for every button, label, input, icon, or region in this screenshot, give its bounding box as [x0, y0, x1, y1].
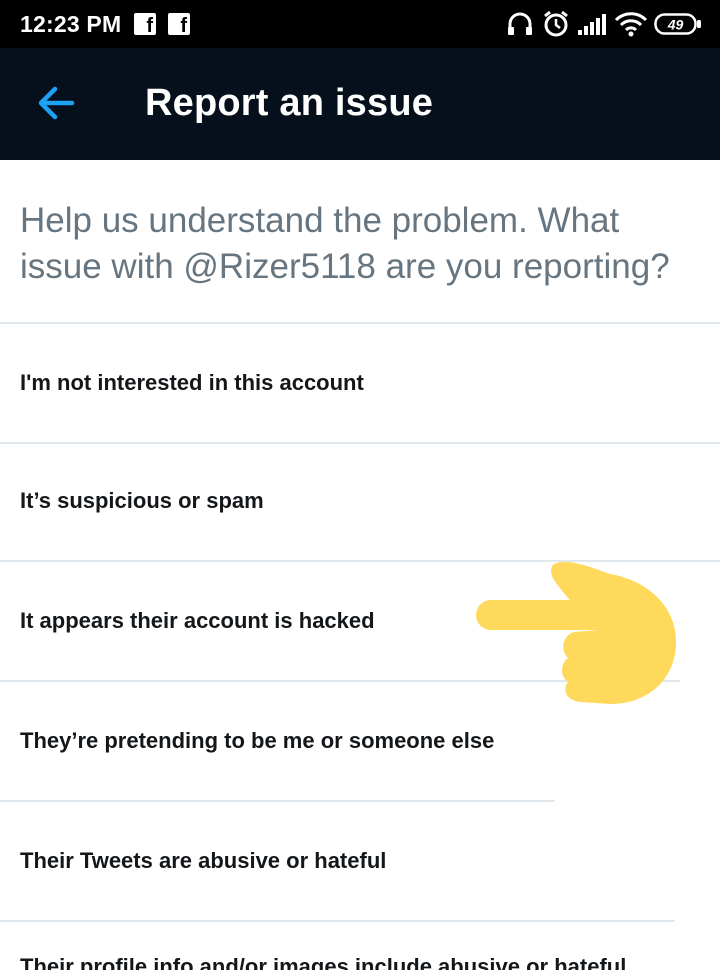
- arrow-left-icon[interactable]: [36, 85, 76, 121]
- battery-icon: 49: [654, 13, 701, 35]
- option-label: It’s suspicious or spam: [20, 488, 264, 513]
- option-label: Their profile info and/or images include…: [20, 954, 627, 970]
- headphones-icon: [508, 12, 532, 35]
- report-option-abusive-profile[interactable]: Their profile info and/or images include…: [0, 922, 720, 970]
- status-bar: 12:23 PM f f 49: [0, 0, 720, 48]
- app-bar: Report an issue: [0, 48, 720, 160]
- battery-level: 49: [667, 17, 684, 33]
- report-option-suspicious-spam[interactable]: It’s suspicious or spam: [0, 442, 720, 562]
- facebook-icon: f: [134, 13, 156, 37]
- report-option-not-interested[interactable]: I'm not interested in this account: [0, 324, 720, 444]
- option-label: They’re pretending to be me or someone e…: [20, 728, 495, 753]
- option-label: I'm not interested in this account: [20, 370, 364, 395]
- report-prompt: Help us understand the problem. What iss…: [20, 201, 670, 286]
- page-title: Report an issue: [145, 82, 434, 124]
- report-option-abusive-tweets[interactable]: Their Tweets are abusive or hateful: [0, 802, 720, 922]
- option-label: It appears their account is hacked: [20, 608, 375, 633]
- status-time: 12:23 PM: [20, 11, 122, 37]
- signal-icon: [578, 14, 606, 35]
- pointing-hand-icon: [476, 561, 677, 704]
- alarm-icon: [544, 10, 568, 37]
- facebook-icon: f: [168, 13, 190, 37]
- wifi-icon: [614, 12, 648, 37]
- option-label: Their Tweets are abusive or hateful: [20, 848, 387, 873]
